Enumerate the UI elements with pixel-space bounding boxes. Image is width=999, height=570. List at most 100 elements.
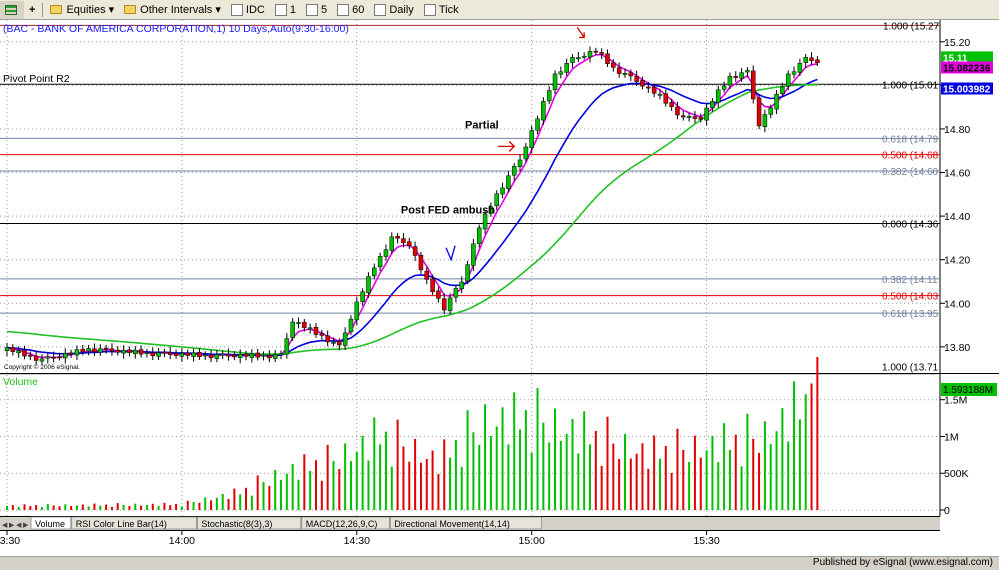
up-candle (214, 354, 220, 359)
down-candle (681, 115, 686, 118)
down-candle (628, 72, 634, 77)
down-candle (733, 76, 738, 78)
level-label: 0.500 (14.68 (882, 151, 939, 162)
up-candle (768, 107, 773, 115)
volume-last-tag: 1.593188M (943, 385, 993, 396)
indicator-tab-label: MACD(12,26,9,C) (306, 519, 378, 529)
down-candle (22, 349, 27, 357)
interval-5-label: 5 (320, 3, 328, 16)
up-candle (511, 166, 517, 176)
interval-daily-button[interactable]: Daily (369, 1, 418, 19)
price-tick-label: 13.80 (944, 342, 970, 354)
price-tick-label: 14.60 (944, 168, 970, 180)
copyright-note: Copyright © 2006 eSignal. (4, 363, 80, 371)
down-candle (593, 50, 599, 53)
interval-5-button[interactable]: 5 (301, 1, 332, 19)
indicator-tab-label: Stochastic(8(3),3) (201, 519, 272, 529)
down-candle (33, 355, 39, 361)
up-candle (791, 71, 797, 75)
level-label: 1.000 (15.01 (882, 80, 939, 91)
up-candle (529, 130, 534, 148)
up-candle (39, 358, 45, 362)
time-tick-label: 13:30 (0, 535, 20, 547)
down-candle (692, 116, 698, 119)
down-candle (313, 326, 319, 335)
level-label: 0.382 (14.60 (882, 167, 939, 178)
down-candle (412, 246, 418, 256)
interval-60-button[interactable]: 60 (332, 1, 369, 19)
time-axis: 13:30 14:00 14:30 15:00 15:30 (0, 530, 999, 556)
up-candle (581, 55, 587, 58)
up-candle (372, 267, 377, 277)
up-candle (366, 276, 371, 294)
idc-toggle[interactable]: IDC (226, 1, 270, 19)
up-candle (476, 227, 482, 244)
price-tag: 15.082236 (943, 64, 991, 75)
volume-tick-label: 0 (944, 505, 950, 517)
toolbar-separator (42, 2, 44, 17)
up-candle (745, 70, 750, 73)
down-candle (162, 351, 167, 354)
down-candle (424, 270, 430, 280)
plus-icon: + (29, 3, 36, 16)
down-candle (395, 235, 400, 239)
down-candle (430, 278, 435, 293)
up-candle (494, 193, 499, 207)
up-candle (739, 72, 744, 79)
down-candle (208, 354, 214, 359)
up-candle (500, 187, 505, 195)
up-candle (348, 318, 354, 333)
equities-dropdown[interactable]: Equities ▾ (45, 1, 119, 19)
down-candle (319, 333, 325, 336)
indicator-tab-label: Volume (35, 519, 65, 529)
down-candle (173, 353, 179, 356)
price-chart[interactable]: 1.000 (15.27 1.000 (15.01 0.618 (14.79 0.50… (0, 20, 999, 556)
down-candle (418, 254, 424, 271)
up-candle (389, 236, 395, 251)
up-candle (727, 75, 733, 86)
down-candle (663, 93, 669, 104)
level-label: 1.000 (13.71 (882, 362, 939, 373)
time-tick-label: 15:30 (693, 535, 719, 547)
interval-daily-label: Daily (389, 3, 414, 16)
other-intervals-dropdown[interactable]: Other Intervals ▾ (119, 1, 226, 19)
add-button[interactable]: + (24, 1, 40, 19)
chevron-down-icon: ▾ (215, 4, 221, 16)
volume-title: Volume (3, 376, 38, 388)
chart-annotation: Post FED ambush (401, 205, 495, 217)
down-candle (68, 352, 74, 355)
down-candle (103, 347, 109, 350)
price-tag: 15.003982 (943, 84, 991, 95)
up-candle (570, 57, 575, 63)
interval-tick-button[interactable]: Tick (419, 1, 464, 19)
up-candle (762, 114, 768, 127)
checkbox-icon (274, 3, 287, 16)
down-candle (167, 352, 173, 355)
up-candle (535, 118, 540, 131)
chevron-down-icon: ▾ (108, 4, 115, 16)
up-candle (657, 93, 663, 96)
up-candle (354, 301, 360, 321)
down-candle (267, 355, 272, 359)
down-candle (407, 241, 412, 246)
checkbox-icon (230, 3, 243, 16)
up-candle (261, 354, 266, 357)
down-candle (640, 80, 645, 87)
checkbox-icon (374, 3, 387, 16)
up-candle (552, 73, 558, 90)
up-candle (121, 349, 126, 354)
up-candle (179, 352, 185, 357)
up-candle (453, 288, 459, 298)
down-candle (698, 117, 704, 120)
volume-tick-label: 1.5M (944, 395, 967, 407)
up-candle (459, 281, 464, 290)
other-intervals-label: Other Intervals (140, 3, 213, 16)
axis-bg (940, 20, 999, 530)
price-tick-label: 14.00 (944, 298, 970, 310)
level-label: 0.382 (14.11 (882, 275, 938, 286)
up-candle (797, 63, 803, 73)
volume-tick-label: 500K (944, 468, 969, 480)
layout-icon[interactable] (0, 0, 24, 19)
up-candle (704, 107, 709, 121)
interval-1-button[interactable]: 1 (270, 1, 301, 19)
